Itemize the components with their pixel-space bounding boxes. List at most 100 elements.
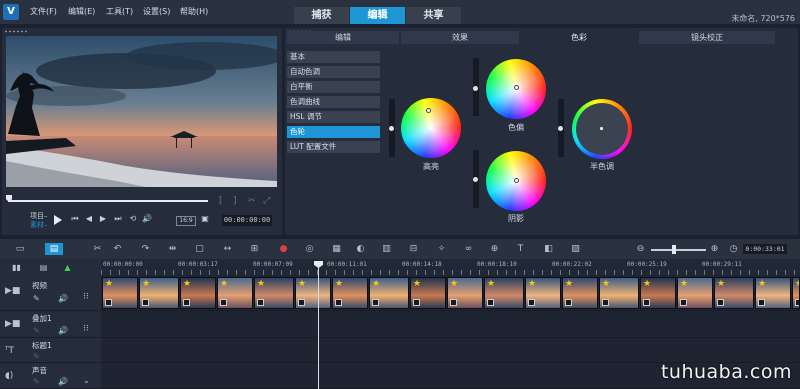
video-clip[interactable]: ★ [714,277,754,309]
track-ripple-icon[interactable]: ⁝⁝ [83,292,89,302]
midtone-level-knob[interactable] [558,126,563,131]
chapter-icon[interactable]: ▤ [37,262,50,274]
audio-ducking-icon[interactable]: ▥ [380,243,393,255]
tab-share[interactable]: 共享 [406,7,461,24]
enlarge-preview-icon[interactable]: ⤢ [263,196,270,206]
stabilize-icon[interactable]: ⊕ [488,243,501,255]
skip-end-icon[interactable]: ⏭ [113,214,123,224]
highlight-level-knob[interactable] [389,126,394,131]
video-clip[interactable]: ★ [139,277,179,309]
shadow-level-knob[interactable] [473,177,478,182]
video-clip[interactable]: ★ [755,277,791,309]
track-header-title[interactable]: ᵀT 标题1 ✎ [0,338,101,363]
zoom-in-icon[interactable]: ⊕ [708,243,721,255]
menu-edit[interactable]: 编辑(E) [68,6,95,17]
overlay-icon[interactable]: ▨ [569,243,582,255]
storyboard-view-icon[interactable]: ▭ [12,243,28,255]
scrubber-track[interactable] [8,200,208,202]
skip-start-icon[interactable]: ⏮ [70,214,80,224]
video-clip[interactable]: ★ [599,277,639,309]
record-icon[interactable]: ● [277,243,290,255]
aspect-ratio-button[interactable]: 16:9 [176,216,196,226]
track-volume-icon[interactable]: 🔊 [58,377,68,386]
video-clip[interactable]: ★ [447,277,483,309]
track-volume-icon[interactable]: 🔊 [58,294,68,303]
subtitle-icon[interactable]: ▦ [330,243,343,255]
next-frame-icon[interactable]: ▶ [98,214,108,224]
prev-frame-icon[interactable]: ◀ [84,214,94,224]
track-ripple-icon[interactable]: ⁝⁝ [83,324,89,334]
video-clip[interactable]: ★ [102,277,138,309]
play-mode-selector[interactable]: 项目– 素材– [30,212,48,230]
video-clip[interactable]: ★ [640,277,676,309]
tab-capture[interactable]: 捕获 [294,7,349,24]
menu-tools[interactable]: 工具(T) [106,6,133,17]
edit-track-icon[interactable]: ✎ [33,352,40,361]
category-white-balance[interactable]: 白平衡 [287,81,380,93]
video-clip[interactable]: ★ [410,277,446,309]
video-clip[interactable]: ★ [525,277,561,309]
tab-color[interactable]: 色彩 [521,31,637,44]
category-hsl[interactable]: HSL 调节 [287,111,380,123]
trim-icon[interactable]: ↔ [221,243,234,255]
effects-icon[interactable]: ✧ [435,243,448,255]
category-lut[interactable]: LUT 配置文件 [287,141,380,153]
tools-icon[interactable]: ✂ [91,243,104,255]
color-grading-icon[interactable]: ◧ [542,243,555,255]
motion-tracking-icon[interactable]: ◎ [303,243,316,255]
tab-edit-options[interactable]: 编辑 [287,31,399,44]
video-clip[interactable]: ★ [484,277,524,309]
split-icon[interactable]: ✂ [248,196,256,206]
zoom-slider[interactable] [651,249,706,251]
track-manager-icon[interactable]: ▮▮ [10,262,23,274]
menu-help[interactable]: 帮助(H) [180,6,208,17]
video-clip[interactable]: ★ [254,277,294,309]
menu-file[interactable]: 文件(F) [30,6,57,17]
timeline-view-icon[interactable]: ▤ [45,243,63,255]
repeat-icon[interactable]: ⟲ [128,214,138,224]
category-color-wheel[interactable]: 色轮 [287,126,380,138]
edit-track-icon[interactable]: ✎ [33,294,40,303]
panel-grip[interactable] [4,30,28,33]
redo-icon[interactable]: ↷ [139,243,152,255]
loop-icon[interactable]: ∞ [462,243,475,255]
mask-icon[interactable]: ◐ [354,243,367,255]
category-auto-tone[interactable]: 自动色调 [287,66,380,78]
category-tone-curve[interactable]: 色调曲线 [287,96,380,108]
undo-icon[interactable]: ↶ [111,243,124,255]
overlay-track-lane[interactable] [101,311,800,338]
zoom-out-icon[interactable]: ⊖ [634,243,647,255]
volume-icon[interactable]: 🔊 [142,214,152,224]
screen-record-icon[interactable]: ▢ [193,243,206,255]
player-timecode[interactable]: 00:00:00:00 [222,215,272,226]
edit-track-icon[interactable]: ✎ [33,326,40,335]
category-basic[interactable]: 基本 [287,51,380,63]
add-track-icon[interactable]: ▲ [61,262,74,274]
zoom-slider-knob[interactable] [672,245,676,254]
tab-edit[interactable]: 编辑 [350,7,405,24]
track-expand-icon[interactable]: ⌄ [83,376,90,385]
mark-in-icon[interactable]: [ [219,196,223,206]
fit-timeline-icon[interactable]: ⇹ [166,243,179,255]
mode-clip-label[interactable]: 素材– [30,221,48,230]
mode-project-label[interactable]: 项目– [30,212,48,221]
track-volume-icon[interactable]: 🔊 [58,326,68,335]
video-clip[interactable]: ★ [295,277,331,309]
highlight-color-wheel[interactable] [401,98,461,158]
mark-out-icon[interactable]: ] [233,196,237,206]
video-clip[interactable]: ★ [180,277,216,309]
video-clip[interactable]: ★ [217,277,253,309]
video-clip[interactable]: ★ [369,277,409,309]
fullscreen-icon[interactable]: ▣ [200,214,210,224]
shadow-wheel-handle[interactable] [514,178,519,183]
video-clip[interactable]: ★ [677,277,713,309]
tint-wheel-handle[interactable] [514,85,519,90]
video-clip[interactable]: ★ [792,277,800,309]
split-screen-icon[interactable]: ⊟ [407,243,420,255]
menu-settings[interactable]: 设置(S) [143,6,170,17]
edit-track-icon[interactable]: ✎ [33,377,40,386]
tab-lens-correction[interactable]: 镜头校正 [639,31,775,44]
video-clip[interactable]: ★ [332,277,368,309]
tint-level-knob[interactable] [473,86,478,91]
play-icon[interactable] [54,215,62,225]
